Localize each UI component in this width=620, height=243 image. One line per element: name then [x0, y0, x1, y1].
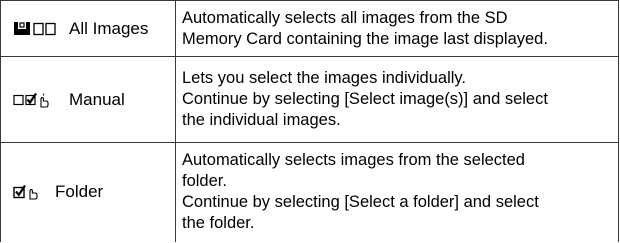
option-cell: Manual — [0, 56, 176, 143]
options-table: All Images Automatically selects all ima… — [0, 0, 619, 242]
manual-select-icon — [13, 91, 57, 109]
description-line: folder. — [182, 172, 227, 191]
description-cell: Automatically selects images from the se… — [175, 142, 619, 242]
description-cell: Automatically selects all images from th… — [175, 0, 619, 57]
description-line: the individual images. — [182, 111, 341, 129]
option-label: Folder — [55, 182, 104, 202]
all-images-icon — [13, 20, 57, 38]
table-row: Manual Lets you select the images indivi… — [0, 56, 619, 143]
option-cell: Folder — [0, 142, 176, 242]
description-line: Memory Card containing the image last di… — [182, 29, 548, 48]
option-label: All Images — [69, 18, 149, 38]
table-row: All Images Automatically selects all ima… — [0, 0, 619, 57]
description-cell: Lets you select the images individually.… — [175, 56, 619, 143]
description-line: Lets you select the images individually. — [182, 69, 467, 87]
description-line: Automatically selects all images from th… — [182, 8, 508, 27]
table-row: Folder Automatically selects images from… — [0, 142, 619, 242]
description-line: the folder. — [182, 214, 255, 233]
option-cell: All Images — [0, 0, 176, 57]
description-line: Automatically selects images from the se… — [182, 151, 525, 170]
folder-select-icon — [13, 183, 43, 201]
option-label: Manual — [69, 89, 125, 109]
description-line: Continue by selecting [Select a folder] … — [182, 193, 539, 212]
description-line: Continue by selecting [Select image(s)] … — [182, 90, 548, 108]
